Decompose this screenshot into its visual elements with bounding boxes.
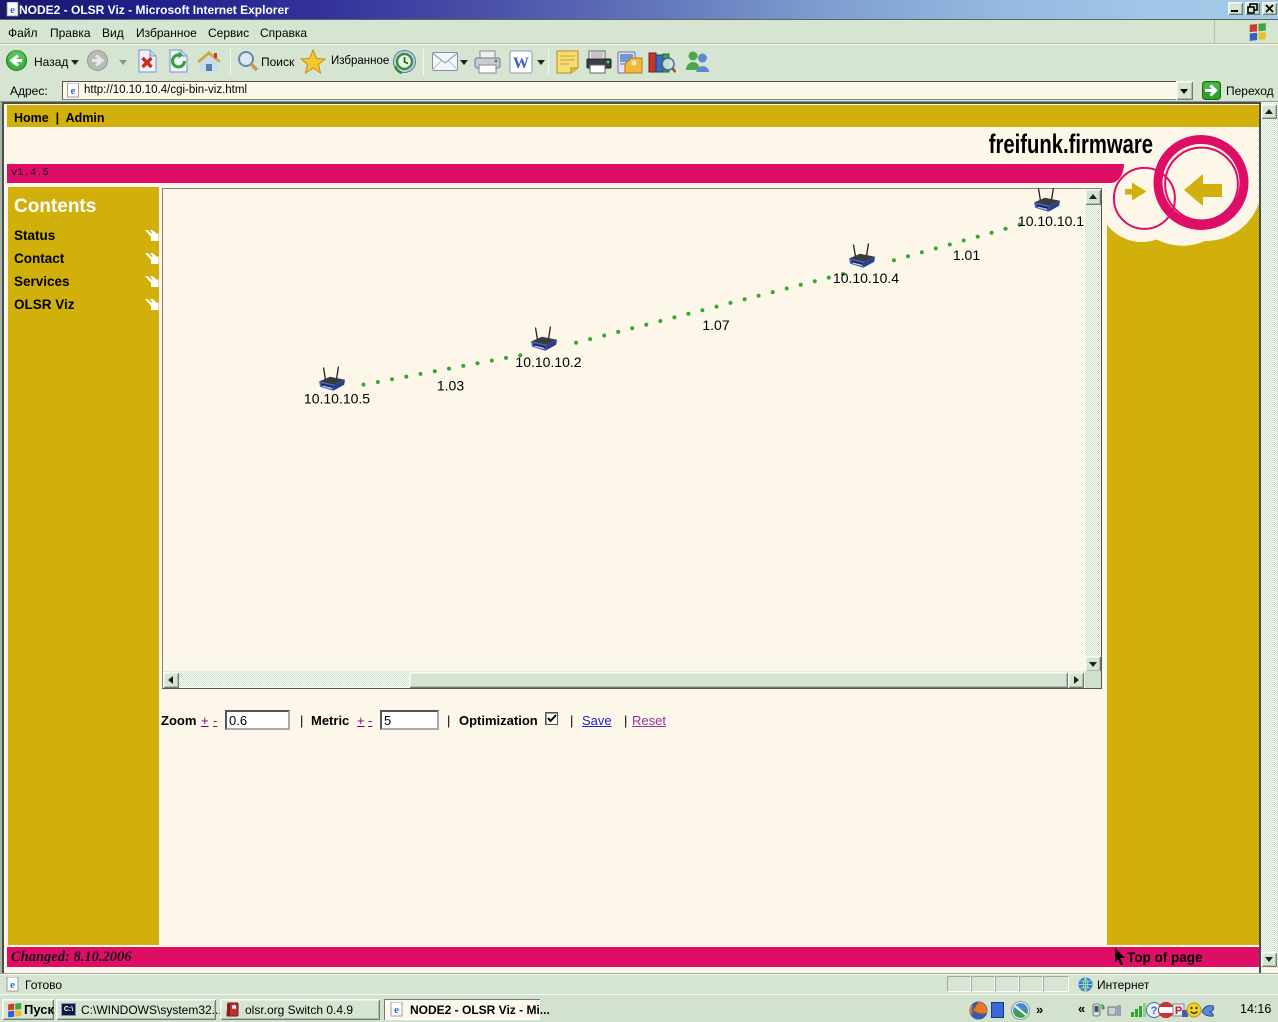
svg-text:P: P xyxy=(1175,1005,1182,1017)
svg-text:?: ? xyxy=(1151,1005,1158,1017)
svg-text:10.10.10.2: 10.10.10.2 xyxy=(515,354,581,370)
svg-text:1.03: 1.03 xyxy=(437,378,464,394)
svg-text:10.10.10.4: 10.10.10.4 xyxy=(833,270,899,286)
svg-text:W: W xyxy=(513,55,529,72)
svg-text:e: e xyxy=(71,85,76,97)
svg-text:e: e xyxy=(10,4,15,16)
svg-text:10.10.10.5: 10.10.10.5 xyxy=(304,391,370,407)
svg-text:e: e xyxy=(394,1004,399,1016)
svg-text:e: e xyxy=(10,979,15,991)
svg-text:1.07: 1.07 xyxy=(702,317,729,333)
svg-text:10.10.10.1: 10.10.10.1 xyxy=(1018,213,1084,229)
svg-text:1.01: 1.01 xyxy=(953,247,980,263)
